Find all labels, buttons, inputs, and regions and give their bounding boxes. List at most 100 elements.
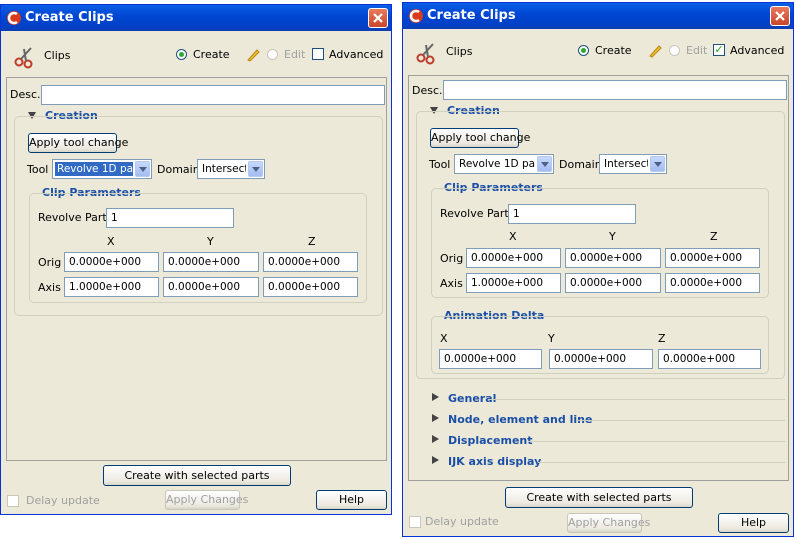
chevron-down-icon [537, 156, 552, 172]
orig-z-input[interactable]: 0.0000e+000 [665, 248, 760, 268]
advanced-label: Advanced [329, 48, 384, 61]
close-button[interactable] [368, 8, 388, 28]
scissors-icon [14, 47, 33, 69]
desc-input[interactable] [41, 85, 385, 105]
desc-label: Desc. [10, 88, 41, 101]
apply-tool-change-button[interactable]: Apply tool change [430, 128, 530, 148]
delay-update-checkbox[interactable] [7, 495, 19, 507]
advanced-checkbox[interactable] [312, 48, 324, 60]
create-radio[interactable] [176, 49, 187, 60]
chevron-down-icon [650, 156, 665, 172]
orig-label: Orig [440, 252, 464, 265]
chevron-down-icon [248, 161, 263, 177]
section-ijk-axis-display[interactable]: IJK axis display [448, 455, 541, 468]
close-button[interactable] [770, 6, 790, 26]
delay-update-label: Delay update [425, 515, 499, 528]
apply-tool-change-button[interactable]: Apply tool change [28, 133, 128, 153]
revolve-part-label: Revolve Part [38, 211, 107, 224]
orig-z-input[interactable]: 0.0000e+000 [263, 252, 358, 272]
section-divider [528, 441, 785, 442]
edit-radio[interactable] [267, 49, 278, 60]
tool-select-value: Revolve 1D part [459, 158, 535, 170]
section-displacement[interactable]: Displacement [448, 434, 533, 447]
edit-radio[interactable] [669, 45, 680, 56]
revolve-part-label: Revolve Part [440, 207, 509, 220]
section-divider [577, 420, 785, 421]
tool-label: Tool [429, 158, 451, 171]
advanced-checkbox[interactable]: ✓ [713, 44, 725, 56]
pencil-icon [247, 49, 260, 62]
app-logo-icon [7, 11, 21, 25]
anim-x-header: X [440, 332, 448, 345]
pencil-icon [649, 45, 662, 58]
orig-x-input[interactable]: 0.0000e+000 [466, 248, 561, 268]
domain-select-value: Intersect [202, 163, 246, 175]
axis-x-input[interactable]: 1.0000e+000 [466, 273, 561, 293]
create-clips-window-advanced: Create Clips Clips Create Edit ✓ Advance… [402, 2, 794, 537]
ijk-axis-display-expand-icon[interactable] [432, 456, 439, 464]
displacement-expand-icon[interactable] [432, 435, 439, 443]
anim-y-input[interactable]: 0.0000e+000 [549, 349, 653, 369]
z-header: Z [710, 230, 718, 243]
chevron-down-icon [135, 161, 150, 177]
axis-label: Axis [38, 281, 61, 294]
help-button[interactable]: Help [718, 513, 789, 533]
axis-label: Axis [440, 277, 463, 290]
window-title: Create Clips [25, 10, 114, 25]
section-divider [538, 462, 785, 463]
desc-input[interactable] [443, 80, 787, 100]
apply-changes-button[interactable]: Apply Changes [165, 490, 248, 510]
x-header: X [107, 235, 115, 248]
advanced-label: Advanced [730, 44, 785, 57]
axis-z-input[interactable]: 0.0000e+000 [263, 277, 358, 297]
close-icon [373, 13, 383, 23]
y-header: Y [207, 235, 214, 248]
axis-y-input[interactable]: 0.0000e+000 [163, 277, 259, 297]
node-element-line-expand-icon[interactable] [432, 414, 439, 422]
orig-x-input[interactable]: 0.0000e+000 [64, 252, 159, 272]
anim-x-input[interactable]: 0.0000e+000 [439, 349, 542, 369]
anim-z-input[interactable]: 0.0000e+000 [658, 349, 761, 369]
x-header: X [509, 230, 517, 243]
delay-update-checkbox[interactable] [409, 516, 421, 528]
create-clips-window-basic: Create Clips Clips Create Edit Advanced … [0, 4, 392, 515]
create-label: Create [193, 48, 230, 61]
desc-label: Desc. [412, 84, 443, 97]
create-with-selected-parts-button[interactable]: Create with selected parts [103, 465, 291, 486]
y-header: Y [609, 230, 616, 243]
tool-select[interactable]: Revolve 1D part [454, 154, 554, 174]
revolve-part-input[interactable]: 1 [508, 204, 636, 224]
app-logo-icon [409, 9, 423, 23]
anim-z-header: Z [658, 332, 666, 345]
close-icon [775, 11, 785, 21]
orig-y-input[interactable]: 0.0000e+000 [565, 248, 661, 268]
axis-x-input[interactable]: 1.0000e+000 [64, 277, 159, 297]
orig-y-input[interactable]: 0.0000e+000 [163, 252, 259, 272]
create-radio[interactable] [578, 45, 589, 56]
create-with-selected-parts-button[interactable]: Create with selected parts [505, 487, 693, 508]
tool-select[interactable]: Revolve 1D part [52, 159, 152, 179]
title-bar[interactable]: Create Clips [1, 5, 391, 31]
section-divider [489, 399, 785, 400]
main-panel: Desc. Creation Apply tool change Tool Re… [6, 77, 387, 461]
create-label: Create [595, 44, 632, 57]
general-expand-icon[interactable] [432, 393, 439, 401]
revolve-part-input[interactable]: 1 [106, 208, 234, 228]
axis-z-input[interactable]: 0.0000e+000 [665, 273, 760, 293]
z-header: Z [308, 235, 316, 248]
clips-label: Clips [44, 49, 71, 62]
edit-label: Edit [686, 44, 708, 57]
scissors-icon [416, 43, 435, 65]
tool-select-value: Revolve 1D part [55, 162, 133, 176]
title-bar[interactable]: Create Clips [403, 3, 793, 29]
clips-label: Clips [446, 45, 473, 58]
tool-label: Tool [27, 163, 49, 176]
main-panel: Desc. Creation Apply tool change Tool Re… [408, 75, 789, 481]
domain-select[interactable]: Intersect [599, 154, 667, 174]
domain-select[interactable]: Intersect [197, 159, 265, 179]
axis-y-input[interactable]: 0.0000e+000 [565, 273, 661, 293]
apply-changes-button[interactable]: Apply Changes [567, 513, 650, 533]
help-button[interactable]: Help [316, 490, 387, 510]
section-node-element-line[interactable]: Node, element and line [448, 413, 592, 426]
window-title: Create Clips [427, 8, 516, 23]
